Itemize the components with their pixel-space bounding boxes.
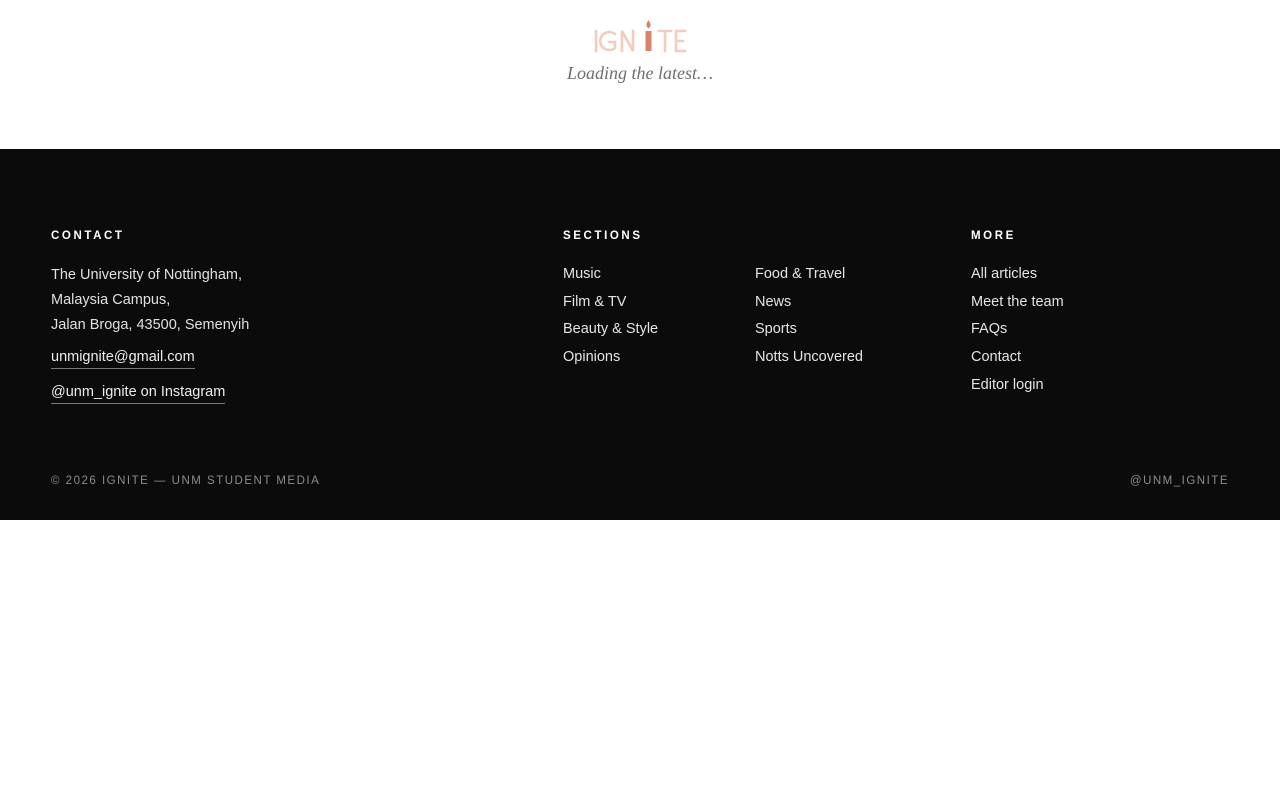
- address-line: The University of Nottingham,: [51, 267, 242, 283]
- more-column: MORE All articles Meet the team FAQs Con…: [971, 229, 1221, 399]
- more-link-editor-login[interactable]: Editor login: [971, 377, 1044, 393]
- list-item: Notts Uncovered: [755, 344, 955, 372]
- copyright: © 2026 IGNITE — UNM STUDENT MEDIA: [51, 475, 321, 487]
- ignite-logo[interactable]: [592, 18, 688, 54]
- address: The University of Nottingham, Malaysia C…: [51, 263, 451, 338]
- list-item: News: [755, 289, 955, 317]
- list-item: Film & TV: [563, 289, 743, 317]
- list-item: Food & Travel: [755, 261, 955, 289]
- more-link-faqs[interactable]: FAQs: [971, 321, 1007, 337]
- contact-column: CONTACT The University of Nottingham, Ma…: [51, 229, 451, 404]
- more-link-all-articles[interactable]: All articles: [971, 266, 1037, 282]
- section-link-news[interactable]: News: [755, 294, 791, 310]
- section-link-film-tv[interactable]: Film & TV: [563, 294, 626, 310]
- section-link-beauty-style[interactable]: Beauty & Style: [563, 321, 658, 337]
- list-item: Meet the team: [971, 289, 1221, 317]
- list-item: Sports: [755, 316, 955, 344]
- list-item: FAQs: [971, 316, 1221, 344]
- sections-column: SECTIONS Music Film & TV Beauty & Style …: [563, 229, 743, 372]
- list-item: Music: [563, 261, 743, 289]
- list-item: Opinions: [563, 344, 743, 372]
- section-link-food-travel[interactable]: Food & Travel: [755, 266, 845, 282]
- section-link-sports[interactable]: Sports: [755, 321, 797, 337]
- page-header: Loading the latest…: [0, 0, 1280, 149]
- sections-list-2: Food & Travel News Sports Notts Uncovere…: [755, 261, 955, 372]
- address-line: Malaysia Campus,: [51, 292, 171, 308]
- sections-heading: SECTIONS: [563, 230, 643, 242]
- more-list: All articles Meet the team FAQs Contact …: [971, 261, 1221, 399]
- sections-list: Music Film & TV Beauty & Style Opinions: [563, 261, 743, 372]
- site-footer: CONTACT The University of Nottingham, Ma…: [0, 149, 1280, 520]
- section-link-opinions[interactable]: Opinions: [563, 349, 620, 365]
- instagram-link[interactable]: @unm_ignite on Instagram: [51, 383, 226, 404]
- list-item: Beauty & Style: [563, 316, 743, 344]
- more-link-contact[interactable]: Contact: [971, 349, 1021, 365]
- instagram-handle-link[interactable]: @UNM_IGNITE: [1130, 475, 1229, 487]
- section-link-music[interactable]: Music: [563, 266, 601, 282]
- more-link-meet-the-team[interactable]: Meet the team: [971, 294, 1064, 310]
- more-heading: MORE: [971, 230, 1016, 242]
- address-line: Jalan Broga, 43500, Semenyih: [51, 317, 250, 333]
- list-item: All articles: [971, 261, 1221, 289]
- contact-heading: CONTACT: [51, 230, 125, 242]
- section-link-notts-uncovered[interactable]: Notts Uncovered: [755, 349, 863, 365]
- list-item: Contact: [971, 344, 1221, 372]
- sections-column-2: Food & Travel News Sports Notts Uncovere…: [755, 229, 955, 372]
- list-item: Editor login: [971, 372, 1221, 400]
- loading-message: Loading the latest…: [566, 63, 713, 83]
- email-link[interactable]: unmignite@gmail.com: [51, 348, 195, 369]
